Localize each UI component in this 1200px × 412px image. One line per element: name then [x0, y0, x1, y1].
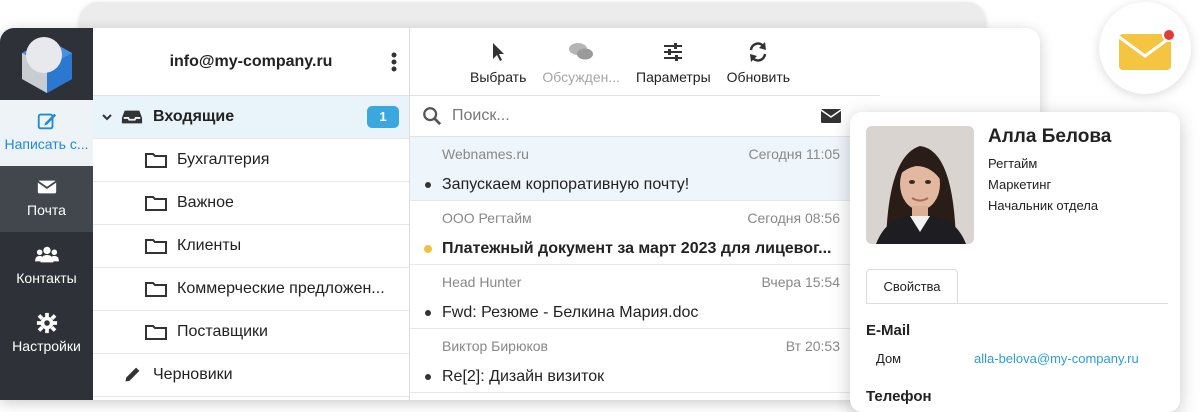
- sidebar-item-label: Почта: [27, 202, 66, 218]
- contact-card: Алла Белова Регтайм Маркетинг Начальник …: [850, 112, 1180, 412]
- folder-item[interactable]: Важное: [93, 182, 409, 225]
- folder-label: Черновики: [153, 366, 233, 383]
- select-button-label: Выбрать: [470, 69, 527, 85]
- gear-icon: [36, 312, 57, 334]
- message-date: Вчера 15:54: [761, 274, 840, 290]
- message-date: Сегодня 08:56: [747, 210, 840, 226]
- params-button-label: Параметры: [636, 69, 711, 85]
- read-dot: [425, 182, 431, 188]
- message-subject: Платежный документ за март 2023 для лице…: [442, 240, 832, 257]
- unread-count-badge: 1: [367, 106, 399, 128]
- message-sender: Виктор Бирюков: [442, 338, 548, 354]
- folder-panel: info@my-company.ru Входящие 1 Бухгалтери…: [93, 28, 410, 400]
- message-subject: Fwd: Резюме - Белкина Мария.doc: [442, 304, 699, 321]
- folder-item[interactable]: Поставщики: [93, 311, 409, 354]
- envelope-icon: [36, 180, 57, 194]
- folder-icon: [145, 282, 167, 297]
- folder-label: Поставщики: [177, 323, 268, 340]
- email-link[interactable]: alla-belova@my-company.ru: [974, 351, 1139, 366]
- compose-icon: [37, 113, 56, 130]
- sidebar-item-label: Настройки: [12, 338, 81, 354]
- folder-drafts[interactable]: Черновики: [93, 354, 409, 397]
- folder-icon: [145, 196, 167, 211]
- app-logo: [22, 37, 72, 93]
- sliders-icon: [664, 43, 683, 61]
- folder-inbox[interactable]: Входящие 1: [93, 96, 409, 139]
- more-options-icon[interactable]: [387, 50, 401, 74]
- message-list-panel: Выбрать Обсужден... Параметры Обновить П…: [410, 28, 880, 400]
- account-header: info@my-company.ru: [93, 28, 409, 96]
- refresh-button[interactable]: Обновить: [727, 41, 790, 95]
- phone-section-title: Телефон: [866, 388, 932, 405]
- discussions-button-label: Обсужден...: [542, 69, 621, 85]
- chat-icon: [569, 43, 594, 60]
- email-section-title: E-Mail: [866, 322, 911, 339]
- folder-icon: [145, 153, 167, 168]
- contact-portrait-image: [866, 126, 974, 244]
- new-mail-notification[interactable]: [1099, 2, 1191, 94]
- sidebar-item-compose[interactable]: Написать с...: [0, 100, 93, 166]
- read-dot: [425, 374, 431, 380]
- refresh-button-label: Обновить: [726, 69, 791, 85]
- message-subject: Запускаем корпоративную почту!: [442, 176, 690, 193]
- sidebar-item-contacts[interactable]: Контакты: [0, 234, 93, 300]
- sidebar-item-settings[interactable]: Настройки: [0, 302, 93, 368]
- tab-properties[interactable]: Свойства: [866, 269, 958, 304]
- envelope-filter-icon[interactable]: [820, 108, 842, 124]
- select-button[interactable]: Выбрать: [470, 41, 526, 95]
- message-row[interactable]: Webnames.ru Сегодня 11:05 Запускаем корп…: [410, 137, 880, 201]
- unread-dot: [424, 245, 432, 253]
- contact-company: Регтайм: [988, 156, 1038, 171]
- chevron-down-icon[interactable]: [101, 111, 113, 123]
- search-icon: [423, 107, 442, 126]
- message-date: Вт 20:53: [785, 338, 840, 354]
- folder-label: Бухгалтерия: [177, 151, 270, 168]
- tab-divider: [866, 303, 1168, 304]
- params-button[interactable]: Параметры: [636, 41, 711, 95]
- users-icon: [34, 246, 59, 263]
- toolbar: Выбрать Обсужден... Параметры Обновить: [410, 28, 880, 96]
- envelope-notification-icon: [1118, 28, 1176, 70]
- message-sender: Webnames.ru: [442, 146, 529, 162]
- refresh-icon: [750, 42, 767, 62]
- folder-icon: [145, 239, 167, 254]
- cursor-icon: [493, 43, 505, 61]
- discussions-button[interactable]: Обсужден...: [542, 41, 620, 95]
- folder-icon: [145, 325, 167, 340]
- folder-item[interactable]: Клиенты: [93, 225, 409, 268]
- contact-photo: [866, 126, 974, 244]
- account-email: info@my-company.ru: [169, 52, 333, 70]
- folder-label: Клиенты: [177, 237, 242, 254]
- email-type-label: Дом: [876, 351, 902, 366]
- message-sender: Head Hunter: [442, 274, 522, 290]
- contact-position: Начальник отдела: [988, 198, 1099, 213]
- read-dot: [425, 310, 431, 316]
- folder-item[interactable]: Коммерческие предложен...: [93, 268, 409, 311]
- sidebar-item-label: Контакты: [16, 270, 77, 286]
- search-input[interactable]: [450, 106, 754, 126]
- contact-name: Алла Белова: [988, 126, 1112, 147]
- pencil-icon: [125, 367, 140, 382]
- message-row[interactable]: Виктор Бирюков Вт 20:53 Re[2]: Дизайн ви…: [410, 329, 880, 393]
- sidebar-item-mail[interactable]: Почта: [0, 166, 93, 232]
- message-sender: ООО Регтайм: [442, 210, 532, 226]
- inbox-icon: [121, 110, 143, 124]
- message-row[interactable]: Head Hunter Вчера 15:54 Fwd: Резюме - Бе…: [410, 265, 880, 329]
- folder-label: Входящие: [153, 108, 235, 125]
- search-bar: [410, 96, 880, 137]
- message-subject: Re[2]: Дизайн визиток: [442, 368, 605, 385]
- folder-item[interactable]: Бухгалтерия: [93, 139, 409, 182]
- message-date: Сегодня 11:05: [748, 146, 840, 162]
- folder-label: Важное: [177, 194, 234, 211]
- app-sidebar: Написать с... Почта Контакты Настройки: [0, 28, 93, 400]
- contact-department: Маркетинг: [988, 177, 1052, 192]
- folder-label: Коммерческие предложен...: [177, 280, 385, 297]
- message-row[interactable]: ООО Регтайм Сегодня 08:56 Платежный доку…: [410, 201, 880, 265]
- sidebar-item-label: Написать с...: [4, 136, 89, 152]
